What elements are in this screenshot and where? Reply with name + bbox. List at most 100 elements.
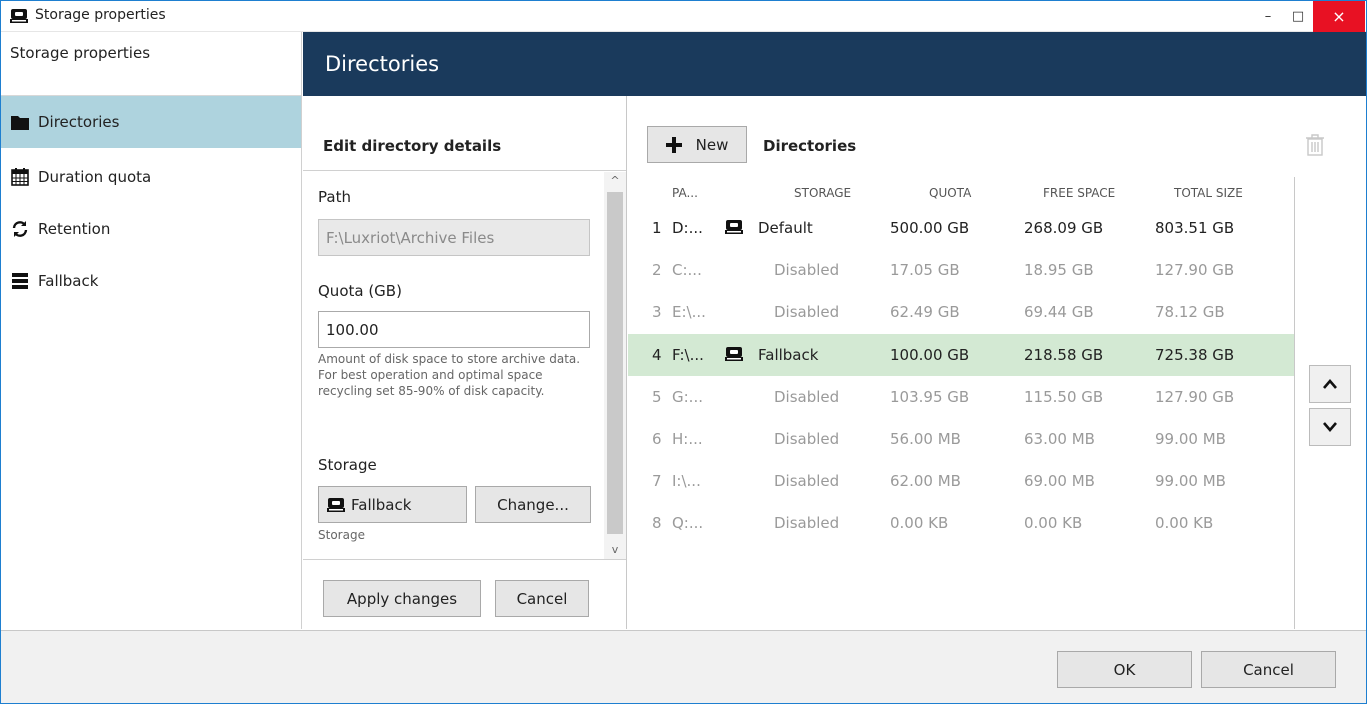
- cell-num: 2: [652, 261, 662, 280]
- cell-storage: Disabled: [774, 387, 840, 406]
- storage-value: Fallback: [351, 495, 412, 514]
- cancel-button[interactable]: Cancel: [1201, 651, 1336, 688]
- cell-path: F:\...: [672, 345, 704, 364]
- path-field[interactable]: [318, 219, 590, 256]
- table-row[interactable]: 8 Q:... Disabled 0.00 KB 0.00 KB 0.00 KB: [628, 502, 1294, 544]
- title-bar: Storage properties – □ ×: [1, 1, 1366, 32]
- sidebar-item-retention[interactable]: Retention: [1, 203, 301, 255]
- edit-panel-heading: Edit directory details: [303, 96, 626, 171]
- cell-num: 1: [652, 219, 662, 237]
- cell-quota: 0.00 KB: [890, 514, 949, 533]
- maximize-button[interactable]: □: [1283, 1, 1313, 32]
- edit-form-scroll-area[interactable]: Path Quota (GB) Amount of disk space to …: [303, 172, 626, 559]
- table-row[interactable]: 2 C:... Disabled 17.05 GB 18.95 GB 127.90 GB: [628, 249, 1294, 291]
- table-row[interactable]: 6 H:... Disabled 56.00 MB 63.00 MB 99.00 MB: [628, 418, 1294, 460]
- move-down-button[interactable]: [1309, 408, 1351, 446]
- column-header-storage[interactable]: STORAGE: [794, 186, 851, 200]
- cell-free: 69.44 GB: [1024, 303, 1094, 322]
- cell-path: G:...: [672, 387, 703, 406]
- new-directory-button[interactable]: New: [647, 126, 747, 163]
- sidebar-item-directories[interactable]: Directories: [1, 96, 301, 148]
- apply-changes-button[interactable]: Apply changes: [323, 580, 481, 617]
- cell-storage: Disabled: [774, 261, 840, 280]
- minimize-button[interactable]: –: [1253, 1, 1283, 32]
- cell-quota: 56.00 MB: [890, 430, 961, 448]
- sidebar-item-duration-quota[interactable]: Duration quota: [1, 151, 301, 203]
- path-label: Path: [318, 188, 351, 206]
- sidebar-item-label: Fallback: [38, 272, 99, 290]
- table-row[interactable]: 3 E:\... Disabled 62.49 GB 69.44 GB 78.12 GB: [628, 291, 1294, 333]
- cell-quota: 100.00 GB: [890, 345, 970, 364]
- new-button-label: New: [695, 135, 729, 154]
- scroll-up-icon[interactable]: ^: [604, 172, 626, 190]
- column-header-quota[interactable]: QUOTA: [929, 186, 971, 200]
- storage-value-box: Fallback: [318, 486, 467, 523]
- cell-num: 6: [652, 430, 662, 448]
- trash-icon[interactable]: [1304, 133, 1326, 157]
- sidebar: Storage properties Directories Duration …: [1, 32, 302, 629]
- storage-label: Storage: [318, 456, 377, 474]
- directories-table: PA... STORAGE QUOTA FREE SPACE TOTAL SIZ…: [628, 177, 1294, 629]
- cell-quota: 62.49 GB: [890, 303, 960, 322]
- quota-field[interactable]: [318, 311, 590, 348]
- edit-scrollbar[interactable]: ^ v: [604, 172, 626, 559]
- cell-free: 63.00 MB: [1024, 430, 1095, 448]
- scroll-down-icon[interactable]: v: [604, 541, 626, 559]
- cell-storage: Default: [758, 219, 813, 237]
- column-header-total-size[interactable]: TOTAL SIZE: [1174, 186, 1243, 200]
- dialog-footer: OK Cancel: [1, 630, 1366, 703]
- change-storage-button[interactable]: Change...: [475, 486, 591, 523]
- cell-free: 18.95 GB: [1024, 261, 1094, 280]
- cell-total: 803.51 GB: [1155, 219, 1235, 237]
- cell-path: I:\...: [672, 472, 701, 491]
- cell-num: 5: [652, 387, 662, 406]
- cell-storage: Disabled: [774, 472, 840, 491]
- table-row[interactable]: 1 D:... Default 500.00 GB 268.09 GB 803.51 GB: [628, 207, 1294, 249]
- cell-path: E:\...: [672, 303, 706, 322]
- directories-toolbar: New Directories: [628, 96, 1366, 171]
- edit-cancel-button[interactable]: Cancel: [495, 580, 589, 617]
- cell-free: 0.00 KB: [1024, 514, 1083, 533]
- cell-storage: Disabled: [774, 303, 840, 322]
- cell-total: 127.90 GB: [1155, 387, 1235, 406]
- cell-num: 8: [652, 514, 662, 533]
- storage-drive-icon: [10, 9, 28, 23]
- sidebar-header: Storage properties: [1, 32, 301, 96]
- table-row[interactable]: 5 G:... Disabled 103.95 GB 115.50 GB 127.90 G…: [628, 376, 1294, 418]
- directories-panel: New Directories PA... STORAGE QUOTA FREE…: [628, 96, 1366, 629]
- sidebar-item-label: Duration quota: [38, 168, 152, 186]
- page-header: Directories: [303, 32, 1366, 96]
- table-row[interactable]: 7 I:\... Disabled 62.00 MB 69.00 MB 99.00 MB: [628, 460, 1294, 502]
- cell-total: 127.90 GB: [1155, 261, 1235, 280]
- column-header-free-space[interactable]: FREE SPACE: [1043, 186, 1115, 200]
- server-icon: [10, 271, 30, 291]
- cell-total: 725.38 GB: [1155, 345, 1235, 364]
- storage-drive-icon: [327, 497, 345, 512]
- refresh-icon: [10, 219, 30, 239]
- storage-drive-icon: [725, 220, 743, 234]
- cell-storage: Disabled: [774, 430, 840, 448]
- table-row[interactable]: 4 F:\... Fallback 100.00 GB 218.58 GB 725.38 …: [628, 333, 1294, 376]
- reorder-bar: [1294, 177, 1366, 629]
- sidebar-item-fallback[interactable]: Fallback: [1, 255, 301, 307]
- cell-storage: Fallback: [758, 345, 819, 364]
- cell-num: 3: [652, 303, 662, 322]
- folder-icon: [10, 112, 30, 132]
- cell-quota: 500.00 GB: [890, 219, 970, 237]
- ok-button[interactable]: OK: [1057, 651, 1192, 688]
- quota-hint: Amount of disk space to store archive da…: [318, 352, 581, 398]
- cell-total: 99.00 MB: [1155, 430, 1226, 448]
- close-button[interactable]: ×: [1313, 1, 1365, 32]
- cell-num: 4: [652, 345, 662, 364]
- move-up-button[interactable]: [1309, 365, 1351, 403]
- scroll-thumb[interactable]: [607, 192, 623, 534]
- cell-total: 99.00 MB: [1155, 472, 1226, 491]
- calendar-icon: [10, 167, 30, 187]
- page-title: Directories: [325, 52, 440, 76]
- cell-path: Q:...: [672, 514, 704, 533]
- column-header-path[interactable]: PA...: [672, 186, 698, 200]
- window-title: Storage properties: [35, 7, 166, 23]
- cell-free: 115.50 GB: [1024, 387, 1104, 406]
- cell-free: 268.09 GB: [1024, 219, 1104, 237]
- cell-total: 0.00 KB: [1155, 514, 1214, 533]
